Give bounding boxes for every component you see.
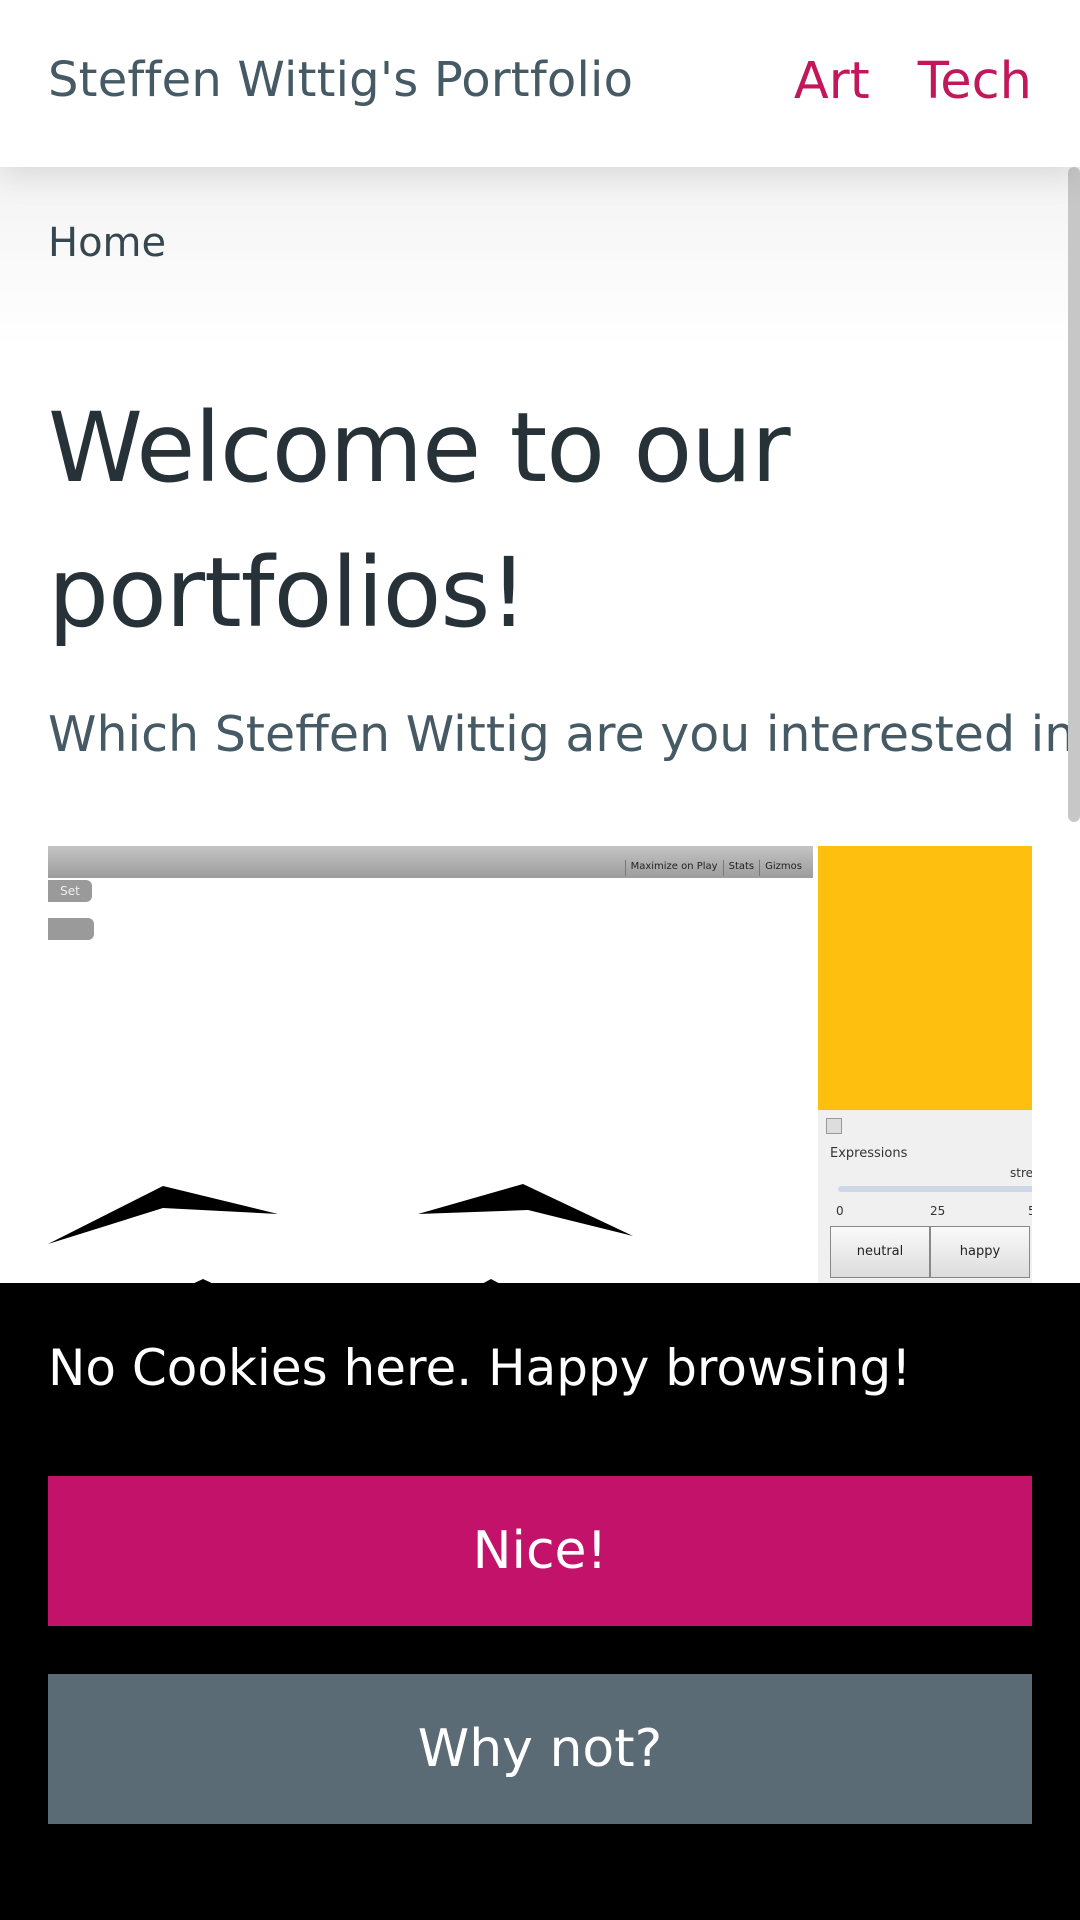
slider-tick-50: 5: [1028, 1204, 1032, 1218]
cookie-message: No Cookies here. Happy browsing!: [48, 1339, 912, 1397]
face-eyebrows-graphic: [48, 1184, 633, 1286]
right-eyebrow: [418, 1184, 633, 1236]
strength-label: stre: [1010, 1166, 1032, 1180]
set-button: Set: [48, 880, 92, 902]
nav-link-tech[interactable]: Tech: [918, 52, 1032, 111]
toolbar-stats: Stats: [722, 860, 760, 876]
left-eyebrow: [48, 1186, 278, 1244]
editor-side-panel: Expressions stre 0 25 5 neutral happy: [818, 846, 1032, 1286]
toolbar-maximize-on-play: Maximize on Play: [624, 860, 723, 876]
toolbar-gizmos: Gizmos: [759, 860, 807, 876]
editor-toolbar: Maximize on Play Stats Gizmos: [48, 846, 813, 878]
page-title: Welcome to our portfolios!: [48, 392, 791, 649]
expression-slider: [838, 1186, 1032, 1192]
site-title[interactable]: Steffen Wittig's Portfolio: [48, 52, 633, 108]
happy-button: happy: [930, 1226, 1030, 1278]
accept-cookies-button[interactable]: Nice!: [48, 1476, 1032, 1626]
slider-tick-25: 25: [930, 1204, 946, 1218]
expressions-label: Expressions: [830, 1146, 908, 1161]
neutral-button: neutral: [830, 1226, 930, 1278]
editor-viewport: Maximize on Play Stats Gizmos Set: [48, 846, 813, 1286]
site-header: Steffen Wittig's Portfolio Art Tech: [0, 0, 1080, 167]
main-nav: Art Tech: [794, 52, 1032, 111]
panel-icon: [826, 1118, 842, 1134]
cookie-banner: No Cookies here. Happy browsing! Nice! W…: [0, 1283, 1080, 1920]
portfolio-preview-image[interactable]: Maximize on Play Stats Gizmos Set Expres…: [48, 846, 1032, 1286]
scrollbar[interactable]: [1068, 167, 1080, 822]
decline-cookies-button[interactable]: Why not?: [48, 1674, 1032, 1824]
page-subtitle: Which Steffen Wittig are you interested …: [48, 706, 1080, 763]
expressions-panel: Expressions stre 0 25 5 neutral happy: [818, 1109, 1032, 1286]
nav-link-art[interactable]: Art: [794, 52, 870, 111]
minus-button: [48, 918, 94, 940]
breadcrumb[interactable]: Home: [48, 220, 166, 266]
slider-tick-0: 0: [836, 1204, 844, 1218]
color-swatch-panel: [818, 846, 1032, 1109]
